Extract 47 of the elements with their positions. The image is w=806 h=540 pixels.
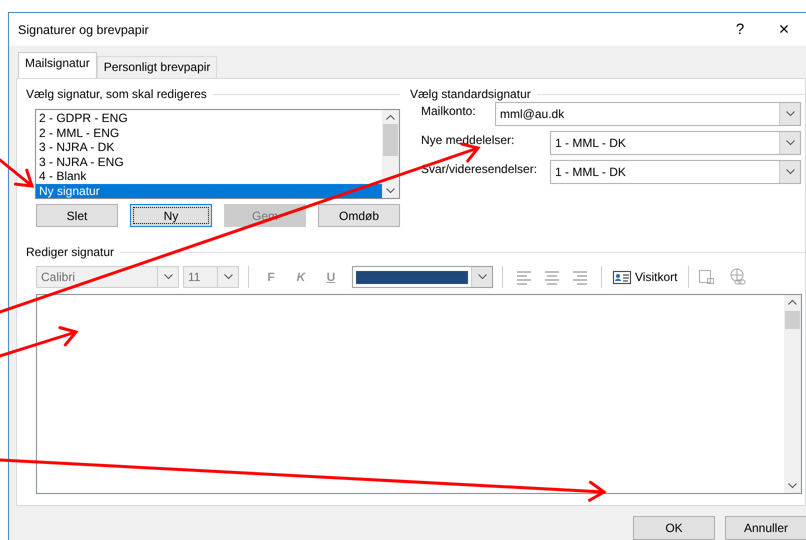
list-item[interactable]: 2 - GDPR - ENG	[36, 111, 382, 126]
list-item[interactable]: 2 - MML - ENG	[36, 126, 382, 140]
chevron-icon[interactable]	[779, 132, 800, 154]
dialog-button[interactable]: Annuller	[725, 516, 806, 540]
chevron-icon[interactable]	[779, 161, 800, 183]
business-card-button[interactable]: Visitkort	[611, 270, 680, 284]
button[interactable]: Ny	[130, 204, 212, 227]
chevron-icon[interactable]	[779, 103, 800, 125]
list-item[interactable]: 3 - NJRA - DK	[36, 140, 382, 154]
list-item[interactable]: Ny signatur	[36, 184, 382, 198]
scroll-thumb[interactable]	[383, 124, 398, 156]
contact-card-icon	[613, 270, 631, 284]
signature-list[interactable]: 2 - GDPR - ENG 2 - MML - ENG 3 - NJRA - DK 3 - NJRA - ENG 4 - Blank Ny signatur	[35, 109, 400, 199]
field-label: Mailkonto:	[421, 103, 476, 118]
button[interactable]: Slet	[36, 204, 118, 227]
field-label: Nye meddelelser:	[421, 132, 514, 147]
group-label: Rediger signatur	[26, 245, 114, 259]
scrollbar[interactable]	[784, 295, 801, 493]
button[interactable]: Omdøb	[318, 204, 400, 227]
scroll-down-icon[interactable]	[386, 188, 395, 194]
align-center-icon[interactable]	[545, 270, 559, 284]
window-title: Signaturer og brevpapir	[18, 22, 150, 36]
scroll-thumb[interactable]	[785, 311, 800, 329]
align-right-icon[interactable]	[573, 270, 587, 284]
scroll-down-icon[interactable]	[788, 483, 797, 489]
tab[interactable]: Mailsignatur	[18, 52, 97, 78]
list-item[interactable]: 4 - Blank	[36, 169, 382, 184]
dropdown[interactable]: mml@au.dk	[495, 102, 801, 126]
group-label: Vælg standardsignatur	[410, 87, 531, 101]
field-label: Svar/videresendelser:	[421, 161, 538, 176]
picture-icon[interactable]	[698, 268, 716, 286]
tab[interactable]: Personligt brevpapir	[96, 56, 218, 78]
scroll-up-icon[interactable]	[788, 299, 797, 305]
color-picker[interactable]	[352, 266, 493, 288]
help-button[interactable]: ?	[718, 20, 762, 39]
dropdown[interactable]: 1 - MML - DK	[550, 131, 801, 155]
align-left-icon[interactable]	[517, 270, 531, 284]
hyperlink-icon[interactable]	[729, 268, 748, 286]
scroll-up-icon[interactable]	[386, 114, 395, 120]
list-item[interactable]: 3 - NJRA - ENG	[36, 154, 382, 169]
scrollbar[interactable]	[382, 110, 399, 198]
dropdown[interactable]: 1 - MML - DK	[550, 160, 801, 184]
signature-editor[interactable]	[36, 294, 802, 494]
chevron-icon[interactable]	[471, 267, 492, 287]
dialog-button[interactable]: OK	[633, 516, 715, 540]
close-button[interactable]: ×	[762, 18, 806, 41]
group-label: Vælg signatur, som skal redigeres	[26, 87, 207, 101]
